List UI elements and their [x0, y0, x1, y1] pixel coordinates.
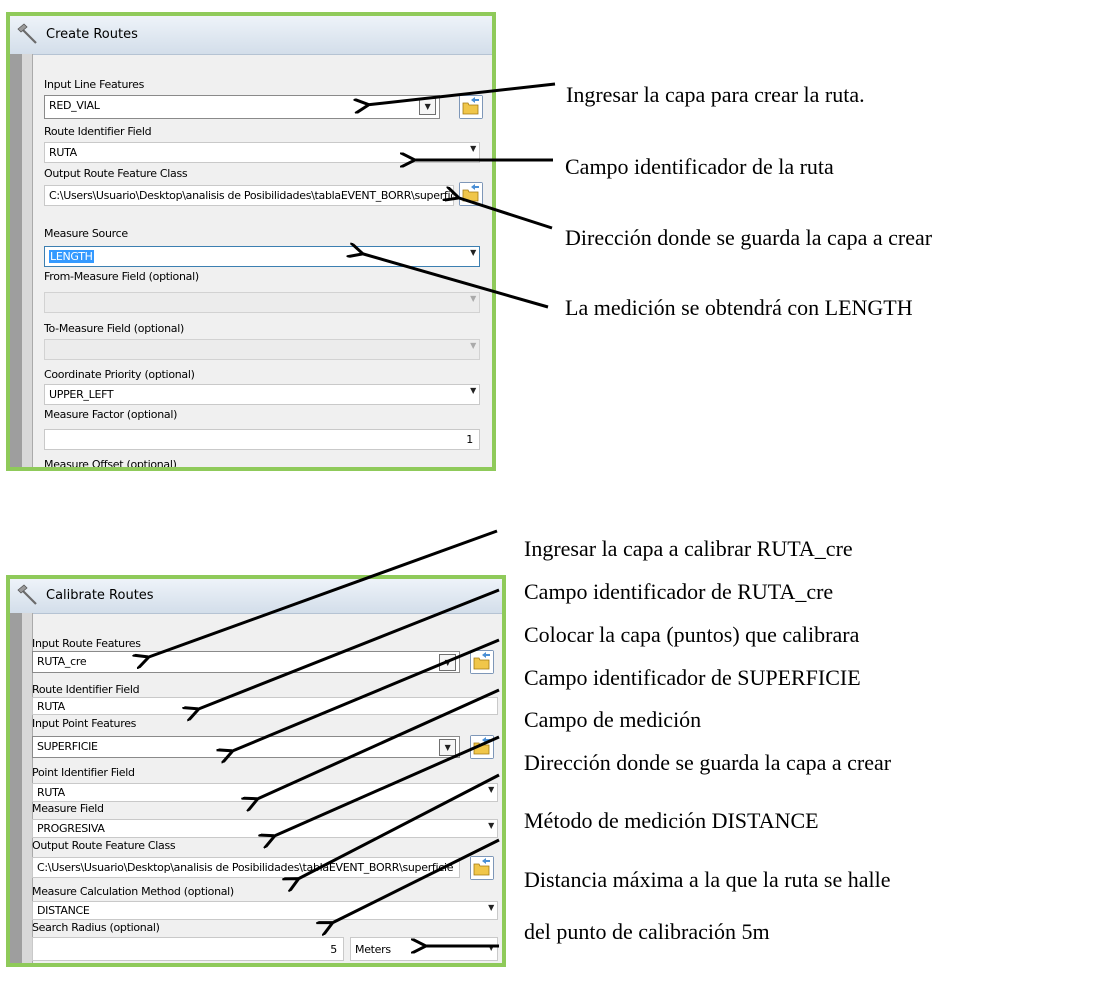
arrow-route-id-cre — [196, 588, 500, 710]
arrow-measure-field — [272, 735, 500, 837]
arrow-calibrate-layer — [146, 529, 498, 658]
arrow-input-layer — [366, 82, 556, 105]
arrow-method — [330, 838, 500, 924]
arrow-output-path — [456, 197, 553, 230]
arrow-output-path-2 — [296, 773, 500, 880]
arrow-measure-source — [360, 253, 549, 309]
annotation-arrows — [0, 82, 556, 996]
arrow-superficie-id — [255, 688, 500, 800]
arrow-point-layer — [230, 638, 500, 752]
